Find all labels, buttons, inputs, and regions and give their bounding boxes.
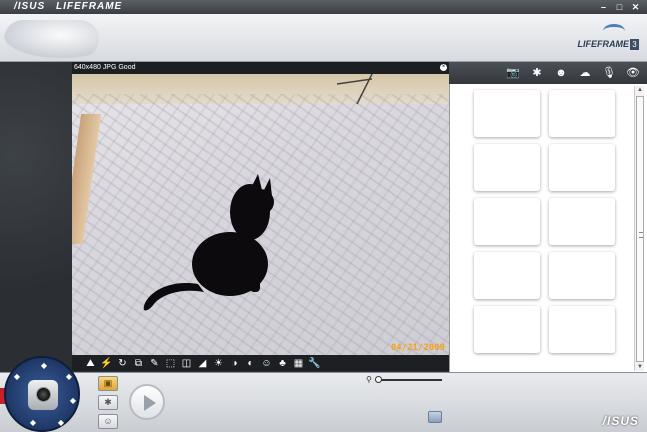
face-tab-icon[interactable]: ☻ <box>553 66 569 80</box>
right-panel-tabs: 📷 ✱ ☻ ☁ 🎙 👁 <box>449 62 647 84</box>
settings-mode-button[interactable]: ✱ <box>98 395 118 410</box>
dial-topleft-icon[interactable]: ◆ <box>12 372 22 382</box>
scroll-grip <box>639 232 643 238</box>
wrench-icon[interactable]: 🔧 <box>308 357 321 370</box>
tint-icon[interactable]: ◐ <box>244 357 257 370</box>
timer-icon[interactable]: ↻ <box>116 357 129 370</box>
person-icon[interactable]: ⛰ <box>84 357 97 370</box>
scroll-thumb[interactable] <box>636 96 644 362</box>
zoom-track[interactable] <box>378 379 442 381</box>
thumbnail-gallery <box>449 84 647 372</box>
scroll-down-arrow[interactable]: ▼ <box>636 363 644 371</box>
lifeframe-logo: LIFEFRAME 3 <box>577 24 639 52</box>
logo-version: 3 <box>630 39 639 50</box>
preview-scene <box>143 74 373 311</box>
brightness-icon[interactable]: ☀ <box>212 357 225 370</box>
levels-icon[interactable]: ▦ <box>292 357 305 370</box>
thumbnail-slot[interactable] <box>549 252 615 299</box>
thumbnail-slot[interactable] <box>549 198 615 245</box>
dial-top-icon[interactable]: ◆ <box>39 361 49 371</box>
scroll-up-arrow[interactable]: ▲ <box>636 86 644 94</box>
capture-dial[interactable]: ◆ ◆ ◆ ◆ ◆ ◆ <box>4 356 80 432</box>
crop-icon[interactable]: ⬚ <box>164 357 177 370</box>
thumbnail-slot[interactable] <box>549 144 615 191</box>
photo-timestamp: 04/21/2009 <box>390 343 445 353</box>
thumbnail-slot[interactable] <box>474 90 540 137</box>
thumbnail-slot[interactable] <box>549 90 615 137</box>
play-icon <box>144 395 156 411</box>
title-bar: /ISUS LIFEFRAME – □ ✕ <box>0 0 647 14</box>
zoom-knob[interactable] <box>375 376 382 383</box>
gallery-scrollbar[interactable]: ▲ ▼ <box>634 86 644 371</box>
flash-icon[interactable]: ⚡ <box>100 357 113 370</box>
mic-tab-icon[interactable]: 🎙 <box>601 66 617 80</box>
camera-preview[interactable]: 04/21/2009 <box>72 74 449 355</box>
monitor-icon[interactable] <box>428 411 442 423</box>
thumbnail-slot[interactable] <box>549 306 615 353</box>
banner-orb <box>4 20 99 58</box>
camera-tab-icon[interactable]: 📷 <box>505 66 521 80</box>
maximize-button[interactable]: □ <box>613 1 626 13</box>
capture-info: 640x480 JPG Good <box>74 64 136 71</box>
zoom-icon: ⚲ <box>366 375 372 384</box>
logo-swoosh-icon <box>603 24 625 38</box>
close-button[interactable]: ✕ <box>629 1 642 13</box>
settings-tab-icon[interactable]: ✱ <box>529 66 545 80</box>
thumbnail-slot[interactable] <box>474 198 540 245</box>
dial-bottomright-icon[interactable]: ◆ <box>56 418 66 428</box>
face-icon[interactable]: ☺ <box>260 357 273 370</box>
camera-lens-icon <box>36 387 51 402</box>
video-toolbar: ⛰ ⚡ ↻ ⧉ ✎ ⬚ ◫ ◢ ☀ ◑ ◐ ☺ ♣ ▦ 🔧 <box>72 355 449 371</box>
exposure-icon[interactable]: ◢ <box>196 357 209 370</box>
camera-mode-button[interactable]: ▣ <box>98 376 118 391</box>
video-header: 640x480 JPG Good × <box>72 62 449 74</box>
thumbnail-slot[interactable] <box>474 252 540 299</box>
contrast-icon[interactable]: ◑ <box>228 357 241 370</box>
scene-tab-icon[interactable]: ☁ <box>577 66 593 80</box>
zoom-slider[interactable]: ⚲ <box>366 375 446 385</box>
frames-icon[interactable]: ⧉ <box>132 357 145 370</box>
eye-tab-icon[interactable]: 👁 <box>625 66 641 80</box>
dial-right-icon[interactable]: ◆ <box>68 396 78 406</box>
pen-icon[interactable]: ✎ <box>148 357 161 370</box>
effects-mode-button[interactable]: ☺ <box>98 414 118 429</box>
play-button[interactable] <box>129 384 165 420</box>
rotate-icon[interactable]: ◫ <box>180 357 193 370</box>
dial-bottomleft-icon[interactable]: ◆ <box>28 418 38 428</box>
color-icon[interactable]: ♣ <box>276 357 289 370</box>
thumbnail-slot[interactable] <box>474 144 540 191</box>
video-close-icon[interactable]: × <box>440 64 447 71</box>
app-title: LIFEFRAME <box>56 1 123 12</box>
logo-product-name: LIFEFRAME <box>577 39 630 49</box>
cat-silhouette <box>143 174 274 311</box>
asus-brand: /ISUS <box>14 1 46 12</box>
dial-topright-icon[interactable]: ◆ <box>64 372 74 382</box>
thumbnail-slot[interactable] <box>474 306 540 353</box>
asus-logo: /ISUS <box>602 414 639 428</box>
left-panel <box>0 62 72 372</box>
top-banner: LIFEFRAME 3 <box>0 14 647 62</box>
minimize-button[interactable]: – <box>597 1 610 13</box>
